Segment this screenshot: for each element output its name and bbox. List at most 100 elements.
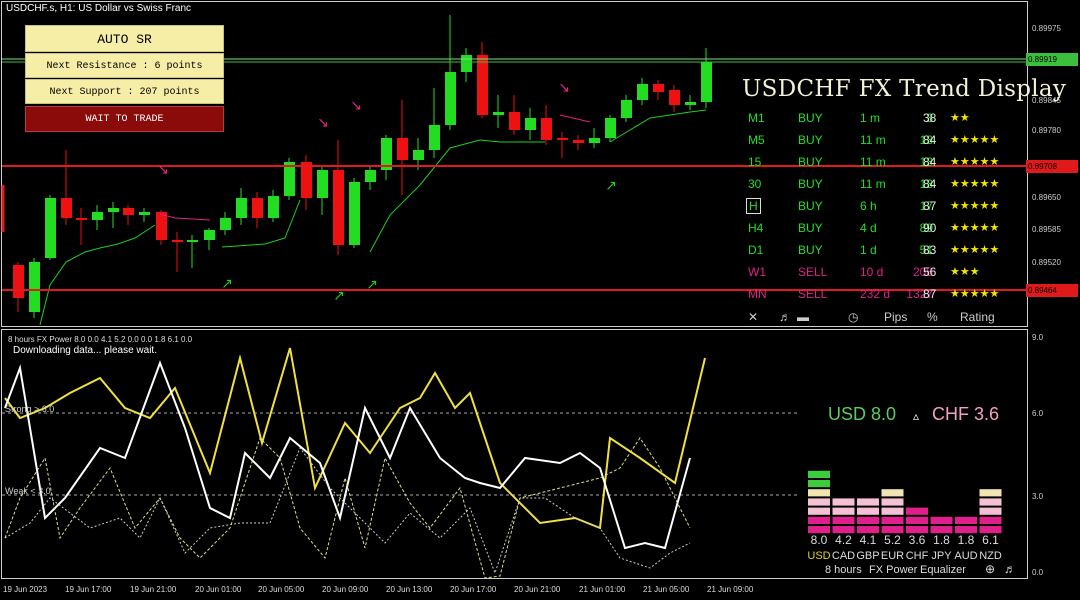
svg-text:↘: ↘ xyxy=(558,80,570,96)
time-tick: 20 Jun 05:00 xyxy=(258,585,305,594)
equalizer-segment xyxy=(808,489,830,497)
currency-name[interactable]: AUD xyxy=(953,550,979,562)
trend-signal: SELL xyxy=(798,287,828,301)
strength-tick: 3.0 xyxy=(1032,492,1044,501)
trend-stars: ★★★★★ xyxy=(950,222,1000,234)
trend-signal: BUY xyxy=(798,199,823,213)
sound-icon[interactable]: ♬ xyxy=(779,310,791,324)
trend-tf[interactable]: H xyxy=(746,198,761,214)
close-icon[interactable]: ✕ xyxy=(748,310,758,324)
trend-age: 1 d xyxy=(860,243,877,257)
equalizer-segment xyxy=(881,516,904,524)
trend-row: M1 BUY 1 m 3 38 ★★ xyxy=(745,111,1035,133)
currency-name[interactable]: JPY xyxy=(929,550,955,562)
indicator-name: FX Power xyxy=(869,564,918,576)
auto-sr-button[interactable]: AUTO SR xyxy=(25,25,224,52)
trend-pct: 84 xyxy=(923,177,937,191)
next-resistance-label: Next Resistance : 6 points xyxy=(25,53,224,78)
trend-stars: ★★★★★ xyxy=(950,200,1000,212)
currency-value: 1.8 xyxy=(933,533,950,547)
price-tick: 0.89585 xyxy=(1032,225,1061,234)
trend-pct: 87 xyxy=(923,199,937,213)
trend-signal: BUY xyxy=(798,177,823,191)
trend-age: 11 m xyxy=(860,133,886,147)
svg-text:↗: ↗ xyxy=(366,277,378,293)
price-tick: 0.89780 xyxy=(1032,126,1061,135)
pair-chf-strength: CHF 3.6 xyxy=(932,404,1000,424)
crosshair-icon[interactable]: ⊕ xyxy=(985,562,995,576)
equalizer-segment xyxy=(979,489,1002,497)
trend-row: W1 SELL 10 d 208 56 ★★★ xyxy=(745,265,1035,287)
trend-row: MN SELL 232 d 1327 87 ★★★★★ xyxy=(745,287,1035,309)
weak-level-label: Weak < 3.0 xyxy=(5,486,51,496)
equalizer-segment xyxy=(832,507,855,515)
trend-tf[interactable]: 15 xyxy=(748,155,761,169)
svg-text:↗: ↗ xyxy=(333,288,345,304)
chart-line-icon[interactable]: ▬ xyxy=(797,310,809,324)
equalizer-segment xyxy=(857,498,879,506)
time-tick: 20 Jun 21:00 xyxy=(514,585,561,594)
trend-signal: BUY xyxy=(798,133,823,147)
trend-tf[interactable]: H4 xyxy=(748,221,763,235)
trend-stars: ★★★★★ xyxy=(950,178,1000,190)
equalizer-segment xyxy=(881,489,904,497)
trend-tf[interactable]: 30 xyxy=(748,177,761,191)
currency-name[interactable]: GBP xyxy=(855,550,881,562)
trend-stars: ★★★ xyxy=(950,266,980,278)
clock-icon: ◷ xyxy=(848,310,859,324)
time-tick: 21 Jun 01:00 xyxy=(579,585,626,594)
trend-tf[interactable]: MN xyxy=(748,287,767,301)
trend-age: 11 m xyxy=(860,155,886,169)
trade-status-button[interactable]: WAIT TO TRADE xyxy=(25,106,224,132)
svg-text:↗: ↗ xyxy=(605,178,617,194)
sound-icon[interactable]: ♬ xyxy=(1004,562,1016,576)
equalizer-segment xyxy=(979,516,1002,524)
equalizer-segment xyxy=(955,516,977,524)
time-tick: 21 Jun 05:00 xyxy=(643,585,690,594)
equalizer-segment xyxy=(857,507,879,515)
trend-tf[interactable]: W1 xyxy=(748,265,766,279)
time-tick: 20 Jun 01:00 xyxy=(195,585,242,594)
strength-lines xyxy=(4,347,706,579)
trend-age: 11 m xyxy=(860,177,886,191)
equalizer-segment xyxy=(808,516,830,524)
price-tick: 0.89650 xyxy=(1032,193,1061,202)
currency-name[interactable]: CAD xyxy=(831,550,857,562)
equalizer-segment xyxy=(906,507,928,515)
trend-tf[interactable]: M5 xyxy=(748,133,765,147)
trend-display-title: USDCHF FX Trend Display xyxy=(742,76,1067,102)
trend-age: 6 h xyxy=(860,199,877,213)
trend-row: M5 BUY 11 m 13 84 ★★★★★ xyxy=(745,133,1035,155)
trend-row: H4 BUY 4 d 89 90 ★★★★★ xyxy=(745,221,1035,243)
trend-row: 15 BUY 11 m 13 84 ★★★★★ xyxy=(745,155,1035,177)
time-tick: 19 Jun 17:00 xyxy=(65,585,112,594)
equalizer-segment xyxy=(832,516,855,524)
svg-text:↘: ↘ xyxy=(350,98,362,114)
pair-usd-strength: USD 8.0 xyxy=(828,404,897,424)
currency-name[interactable]: NZD xyxy=(978,550,1004,562)
trend-stars: ★★ xyxy=(950,112,970,124)
svg-text:↘: ↘ xyxy=(157,162,169,178)
trend-signal: SELL xyxy=(798,265,828,279)
equalizer-segment xyxy=(881,507,904,515)
trend-tf[interactable]: M1 xyxy=(748,111,765,125)
equalizer-segment xyxy=(906,516,928,524)
equalizer-segment xyxy=(979,498,1002,506)
currency-value: 6.1 xyxy=(982,533,999,547)
mode-label[interactable]: Equalizer xyxy=(920,564,966,576)
equalizer-segment xyxy=(881,498,904,506)
time-tick: 21 Jun 09:00 xyxy=(707,585,754,594)
period-label[interactable]: 8 hours xyxy=(825,564,862,576)
svg-text:↗: ↗ xyxy=(221,276,233,292)
trend-tf[interactable]: D1 xyxy=(748,243,763,257)
currency-name[interactable]: EUR xyxy=(880,550,906,562)
strength-tick: 9.0 xyxy=(1032,333,1044,342)
trend-age: 232 d xyxy=(860,287,891,301)
pips-header: Pips xyxy=(884,310,908,324)
trend-pct: 84 xyxy=(923,155,937,169)
currency-name[interactable]: CHF xyxy=(904,550,930,562)
currency-name[interactable]: USD xyxy=(806,550,832,562)
trend-pct: 38 xyxy=(923,111,937,125)
time-tick: 19 Jun 21:00 xyxy=(130,585,177,594)
current-price-label: 0.89919 xyxy=(1026,53,1078,66)
